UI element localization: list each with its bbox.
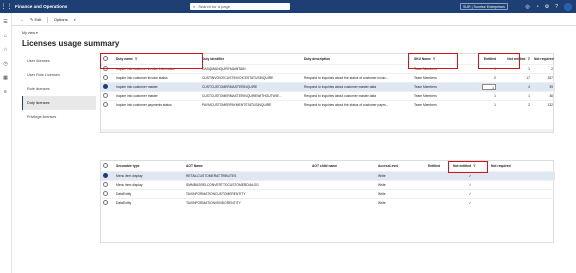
- left-nav: ☰ ⌂ ☆ ◷ ▦ ≡: [0, 13, 12, 273]
- tab-user-licenses[interactable]: User licenses: [22, 54, 96, 68]
- notification-icon[interactable]: ◔: [536, 4, 539, 10]
- search-placeholder: Search for a page: [198, 4, 231, 9]
- app-launcher-icon[interactable]: ⋮⋮: [0, 0, 13, 13]
- horizontal-scrollbar[interactable]: [101, 129, 553, 132]
- help-icon[interactable]: ?: [555, 4, 558, 10]
- modules-icon[interactable]: ≡: [4, 89, 7, 95]
- action-pane: ← ✎ Edit Options ⌕: [12, 14, 576, 26]
- select-all-radio[interactable]: [103, 162, 108, 168]
- col-duty-identifier[interactable]: Duty identifier: [200, 54, 302, 64]
- row-radio[interactable]: [103, 101, 108, 107]
- view-selector[interactable]: My view ▾: [22, 31, 38, 35]
- home-icon[interactable]: ⌂: [4, 33, 7, 39]
- row-radio[interactable]: [103, 190, 108, 196]
- row-radio[interactable]: [103, 92, 108, 98]
- tab-user-role-licenses[interactable]: User Role Licenses: [22, 68, 96, 82]
- row-radio[interactable]: [103, 74, 108, 80]
- entitled-input[interactable]: 1: [482, 83, 496, 90]
- checkmark-icon: ✓: [451, 179, 489, 189]
- col-aot-child-name[interactable]: AOT child name: [310, 161, 376, 171]
- col-access-level[interactable]: AccessLevel: [376, 161, 426, 171]
- avatar[interactable]: [564, 2, 572, 11]
- col-not-required[interactable]: Not required: [532, 54, 555, 64]
- highlight-not-entitled: [478, 53, 520, 69]
- table-row[interactable]: Menu item display SMMBUSRELCONVERTTOCUST…: [101, 179, 555, 189]
- tab-privilege-licenses[interactable]: Privilege licenses: [22, 110, 96, 124]
- app-title: Finance and Operations: [15, 4, 68, 9]
- search-icon: ⌕: [193, 4, 196, 9]
- row-radio[interactable]: [103, 83, 108, 89]
- gear-icon[interactable]: ⚙: [545, 4, 549, 10]
- table-row[interactable]: Inquire into customer invoice status CUS…: [101, 72, 555, 82]
- col-securable-type[interactable]: Securable type: [114, 161, 184, 171]
- table-row-selected[interactable]: Inquire into customer master CUSTCUSTOME…: [101, 81, 555, 91]
- highlight-lower-not-entitled: [448, 161, 488, 173]
- menu-icon[interactable]: ☰: [3, 19, 7, 25]
- checkmark-icon: ✓: [451, 188, 489, 198]
- top-bar: ⋮⋮ Finance and Operations ⌕ Search for a…: [0, 0, 576, 13]
- table-row[interactable]: DataEntity TAXINFORMATIONVENDORENTITY Wr…: [101, 197, 555, 207]
- col-aot-name[interactable]: AOT Name: [184, 161, 310, 171]
- recent-icon[interactable]: ◷: [3, 61, 7, 67]
- back-icon[interactable]: ←: [20, 17, 24, 22]
- toolbar-divider: [47, 16, 48, 23]
- tab-duty-licenses[interactable]: Duty licenses: [22, 96, 96, 110]
- find-icon[interactable]: ⌕: [74, 17, 76, 22]
- row-radio[interactable]: [103, 199, 108, 205]
- options-button[interactable]: Options: [54, 17, 68, 22]
- highlight-duty-name: [100, 53, 203, 69]
- checkmark-icon: ✓: [451, 197, 489, 207]
- table-row[interactable]: Inquire into customer master CUSTCUSTOME…: [101, 90, 555, 100]
- table-row[interactable]: Inquire into customer payments status PA…: [101, 99, 555, 109]
- favorites-icon[interactable]: ☆: [3, 47, 7, 53]
- tab-role-licenses[interactable]: Role licenses: [22, 82, 96, 96]
- page-title: Licenses usage summary: [22, 39, 120, 48]
- search-input[interactable]: ⌕ Search for a page: [190, 3, 290, 10]
- row-radio[interactable]: [103, 172, 108, 178]
- table-row[interactable]: DataEntity TAXINFORMATIONCUSTOMERENTITY …: [101, 188, 555, 198]
- company-selector[interactable]: SUR | Sunrise Enterprises: [460, 3, 508, 10]
- top-icons: ◎ ◔ ⚙ ?: [525, 2, 572, 11]
- col-duty-description[interactable]: Duty description: [302, 54, 412, 64]
- license-tabs: User licenses User Role Licenses Role li…: [22, 54, 96, 124]
- row-radio[interactable]: [103, 181, 108, 187]
- edit-button[interactable]: ✎ Edit: [30, 17, 41, 22]
- workspaces-icon[interactable]: ▦: [3, 75, 8, 81]
- col-not-required[interactable]: Not required: [489, 161, 555, 171]
- filter-icon[interactable]: ⊽: [527, 57, 530, 61]
- highlight-sku-name: [408, 53, 458, 69]
- copilot-icon[interactable]: ◎: [525, 4, 529, 10]
